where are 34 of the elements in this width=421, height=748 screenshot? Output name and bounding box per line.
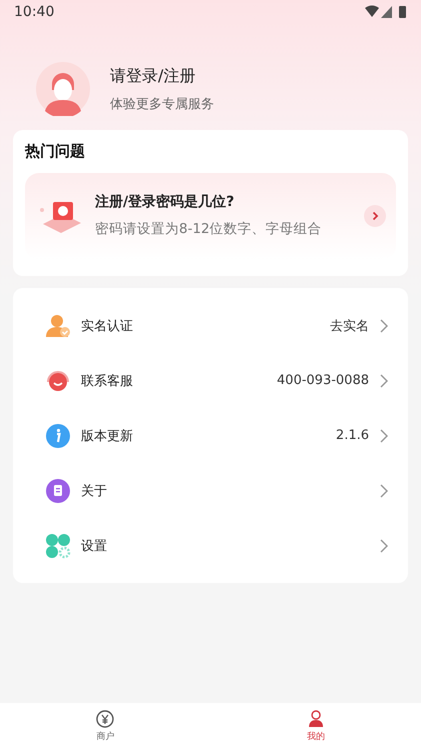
info-icon [45, 422, 71, 448]
status-icons [365, 5, 407, 19]
menu-item[interactable]: 设置 [13, 518, 408, 573]
status-time: 10:40 [14, 4, 54, 20]
menu-label: 实名认证 [81, 318, 134, 334]
menu-value: 去实名 [330, 318, 369, 334]
chevron-right-icon [364, 204, 386, 226]
menu-label: 版本更新 [81, 428, 134, 444]
menu-label: 关于 [81, 482, 108, 500]
document-icon [45, 478, 71, 504]
chevron-right-icon [379, 428, 388, 442]
chevron-right-icon [379, 484, 388, 498]
chevron-right-icon [379, 318, 388, 332]
login-subtitle: 体验更多专属服务 [110, 96, 214, 112]
chevron-right-icon [379, 538, 388, 552]
question-answer: 密码请设置为8-12位数字、字母组合 [95, 220, 323, 238]
menu-item[interactable]: 实名认证 去实名 [13, 298, 408, 353]
settings-icon [45, 532, 71, 558]
menu-value: 2.1.6 [336, 428, 369, 443]
chevron-right-icon [379, 374, 388, 388]
nav-tab[interactable]: 我的 [306, 708, 326, 742]
menu-label: 设置 [81, 538, 108, 554]
yen-icon [95, 708, 116, 728]
person-check-icon [45, 312, 71, 338]
section-title: 热门问题 [25, 142, 86, 161]
menu-value: 400-093-0088 [276, 373, 369, 388]
menu-item[interactable]: 关于 [13, 463, 408, 518]
login-title[interactable]: 请登录/注册 [110, 66, 214, 86]
avatar-icon [36, 62, 90, 116]
question-title: 注册/登录密码是几位? [95, 193, 236, 211]
menu-item[interactable]: 联系客服 400-093-0088 [13, 353, 408, 408]
nav-tab[interactable]: 商户 [95, 708, 116, 742]
menu-label: 联系客服 [81, 372, 134, 390]
menu-item[interactable]: 版本更新 2.1.6 [13, 408, 408, 463]
